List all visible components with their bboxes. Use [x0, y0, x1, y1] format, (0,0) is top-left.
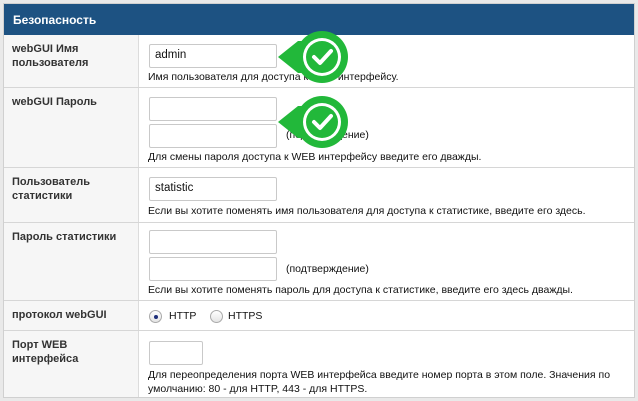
password-input[interactable] — [149, 97, 277, 121]
port-input[interactable] — [149, 341, 203, 365]
row-stat-pass: Пароль статистики (подтверждение) Если в… — [4, 223, 634, 301]
password-help: Для смены пароля доступа к WEB интерфейс… — [148, 151, 482, 163]
label-stat-pass: Пароль статистики — [4, 223, 139, 300]
password-confirm-input[interactable] — [149, 124, 277, 148]
check-badge-icon — [278, 31, 348, 83]
label-port: Порт WEB интерфейса — [4, 331, 139, 397]
radio-http[interactable] — [149, 310, 162, 323]
stat-pass-confirm-label: (подтверждение) — [286, 263, 369, 275]
stat-user-help: Если вы хотите поменять имя пользователя… — [148, 205, 586, 217]
row-stat-user: Пользователь статистики statistic Если в… — [4, 168, 634, 223]
row-protocol: протокол webGUI HTTP HTTPS — [4, 301, 634, 331]
label-username: webGUI Имя пользователя — [4, 35, 139, 87]
row-port: Порт WEB интерфейса Для переопределения … — [4, 331, 634, 397]
check-badge-icon — [278, 96, 348, 148]
stat-pass-confirm-input[interactable] — [149, 257, 277, 281]
stat-user-input[interactable]: statistic — [149, 177, 277, 201]
radio-http-label: HTTP — [169, 310, 197, 322]
port-help-line1: Для переопределения порта WEB интерфейса… — [148, 369, 611, 381]
radio-https-label: HTTPS — [228, 310, 263, 322]
stat-pass-input[interactable] — [149, 230, 277, 254]
stat-pass-help: Если вы хотите поменять пароль для досту… — [148, 284, 573, 296]
username-input[interactable]: admin — [149, 44, 277, 68]
port-help-line2: умолчанию: 80 - для HTTP, 443 - для HTTP… — [148, 383, 368, 395]
username-help: Имя пользователя для доступа к WEB интер… — [148, 71, 399, 83]
label-protocol: протокол webGUI — [4, 301, 139, 330]
label-password: webGUI Пароль — [4, 88, 139, 167]
radio-https[interactable] — [210, 310, 223, 323]
label-stat-user: Пользователь статистики — [4, 168, 139, 222]
